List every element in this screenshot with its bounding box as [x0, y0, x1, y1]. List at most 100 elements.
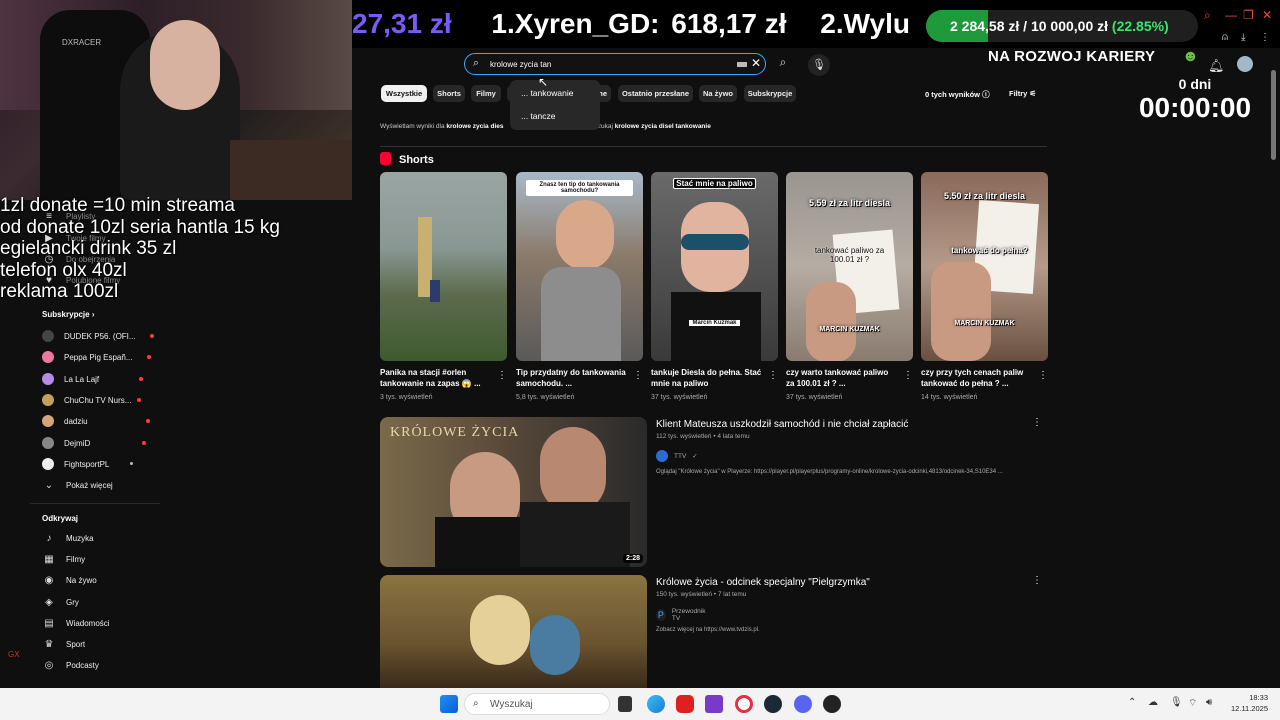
chip-live[interactable]: Na żywo — [699, 85, 737, 102]
task-view-icon[interactable] — [618, 696, 632, 712]
results-info-button[interactable]: 0 tych wyników ⓘ — [925, 89, 990, 100]
search-input[interactable] — [490, 57, 710, 72]
scrollbar-thumb[interactable] — [1271, 70, 1276, 160]
short-thumbnail[interactable]: Stać mnie na paliwo Marcin Kuźmak — [651, 172, 778, 361]
taskbar-search[interactable]: ⌕ Wyszukaj — [464, 693, 610, 715]
sidebar-sub[interactable]: ChuChu TV Nurs... — [42, 392, 142, 408]
short-title[interactable]: Panika na stacji #orlen tankowanie na za… — [380, 367, 492, 389]
chip-shorts[interactable]: Shorts — [433, 85, 465, 102]
search-bar[interactable]: ⌕ ✕ — [464, 53, 766, 75]
gamepad-icon: ◈ — [45, 596, 53, 608]
app-icon[interactable] — [705, 695, 723, 713]
youtube-app-icon[interactable] — [676, 695, 694, 713]
cloud-icon[interactable]: ☁ — [1148, 697, 1158, 708]
more-icon[interactable]: ⋮ — [497, 370, 507, 381]
short-card[interactable]: Stać mnie na paliwo Marcin Kuźmak tankuj… — [651, 172, 778, 401]
search-button[interactable]: ⌕ — [772, 55, 794, 75]
sidebar-item-movies[interactable]: ▦ Filmy — [42, 551, 85, 567]
short-thumbnail[interactable] — [380, 172, 507, 361]
sidebar-item-live[interactable]: ◉ Na żywo — [42, 572, 97, 588]
video-result[interactable]: KRÓLOWE ŻYCIA 2:28 Klient Mateusza uszko… — [380, 417, 1042, 567]
voice-search-button[interactable]: 🎙︎ — [808, 54, 830, 76]
suggestion-item[interactable]: ... tankowanie — [521, 88, 573, 98]
corrected-query-link[interactable]: krolowe zycia dies — [446, 123, 503, 130]
maximize-icon[interactable]: ❐ — [1243, 8, 1254, 22]
bell-icon[interactable]: 🔔︎ — [1208, 58, 1225, 74]
clear-icon[interactable]: ✕ — [751, 56, 761, 70]
more-icon[interactable]: ⋮ — [768, 370, 778, 381]
wifi-icon[interactable]: ⌔ — [1188, 697, 1197, 710]
opera-gx-icon[interactable] — [735, 695, 753, 713]
video-channel[interactable]: TTV ✓ — [656, 450, 698, 462]
edge-icon[interactable] — [647, 695, 665, 713]
more-icon[interactable]: ⋮ — [1038, 370, 1048, 381]
avatar[interactable] — [1237, 56, 1253, 72]
close-icon[interactable]: ✕ — [1262, 8, 1272, 22]
start-button-icon[interactable] — [440, 695, 458, 713]
download-icon[interactable]: ⤓ — [1241, 32, 1245, 43]
ticker-donor: 1.Xyren_GD: — [491, 8, 660, 39]
microphone-icon[interactable]: 🎙︎ — [1170, 697, 1183, 708]
menu-icon[interactable]: ⋮ — [1260, 32, 1270, 43]
sidebar-sub[interactable]: DejmiD — [42, 435, 147, 451]
more-icon[interactable]: ⋮ — [1032, 575, 1042, 586]
short-title[interactable]: czy warto tankować paliwo za 100.01 zł ?… — [786, 367, 898, 389]
video-thumbnail[interactable]: KRÓLOWE ŻYCIA 2:28 — [380, 417, 647, 567]
filters-button[interactable]: Filtry ⚟ — [1009, 89, 1036, 98]
short-title[interactable]: czy przy tych cenach paliw tankować do p… — [921, 367, 1033, 389]
short-thumbnail[interactable]: 5.59 zł za litr diesla tankować paliwo z… — [786, 172, 913, 361]
steam-icon[interactable] — [764, 695, 782, 713]
sidebar-sub[interactable]: dadziu — [42, 413, 150, 429]
sidebar-item-podcasts[interactable]: ◎ Podcasty — [42, 657, 99, 673]
video-description: Zobacz więcej na https://www.tvdzis.pl. — [656, 627, 760, 633]
channel-avatar — [42, 330, 54, 342]
goal-percent: (22.85%) — [1111, 18, 1169, 34]
suggestion-item[interactable]: ... tancze — [521, 111, 556, 121]
speaker-icon[interactable]: 🔊︎ — [1206, 697, 1212, 708]
chevron-up-icon[interactable]: ⌃ — [1128, 697, 1136, 708]
short-title[interactable]: Tip przydatny do tankowania samochodu. .… — [516, 367, 628, 389]
more-icon[interactable]: ⋮ — [1032, 417, 1042, 428]
short-card[interactable]: Znasz ten tip do tankowania samochodu? T… — [516, 172, 643, 401]
video-result[interactable]: Królowe życia - odcinek specjalny "Pielg… — [380, 575, 1042, 688]
video-title[interactable]: Królowe życia - odcinek specjalny "Pielg… — [656, 577, 870, 588]
keyboard-icon[interactable] — [737, 62, 747, 67]
short-card[interactable]: 5.50 zł za litr diesla tankować do pełna… — [921, 172, 1048, 401]
sidebar-item-music[interactable]: ♪ Muzyka — [42, 530, 94, 546]
sidebar-sub[interactable]: DUDEK P56. (OFI... — [42, 328, 154, 344]
sidebar-sub[interactable]: FightsportPL — [42, 456, 134, 472]
system-clock[interactable]: 18:33 12.11.2025 — [1224, 692, 1268, 714]
short-thumbnail[interactable]: 5.50 zł za litr diesla tankować do pełna… — [921, 172, 1048, 361]
short-card[interactable]: Panika na stacji #orlen tankowanie na za… — [380, 172, 507, 401]
sidebar-sub[interactable]: La La Lajf — [42, 371, 144, 387]
subscriptions-header[interactable]: Subskrypcje › — [42, 310, 94, 319]
short-thumbnail[interactable]: Znasz ten tip do tankowania samochodu? — [516, 172, 643, 361]
short-card[interactable]: 5.59 zł za litr diesla tankować paliwo z… — [786, 172, 913, 401]
more-icon[interactable]: ⋮ — [903, 370, 913, 381]
video-thumbnail[interactable] — [380, 575, 647, 688]
chip-recent[interactable]: Ostatnio przesłane — [618, 85, 693, 102]
sidebar-item-gaming[interactable]: ◈ Gry — [42, 594, 79, 610]
short-views: 37 tys. wyświetleń — [786, 394, 843, 401]
discord-icon[interactable] — [794, 695, 812, 713]
chip-all[interactable]: Wszystkie — [381, 85, 427, 102]
chip-videos[interactable]: Filmy — [471, 85, 501, 102]
show-more-button[interactable]: ⌄ Pokaż więcej — [42, 477, 113, 493]
obs-icon[interactable] — [823, 695, 841, 713]
short-title[interactable]: tankuje Diesla do pełna. Stać mnie na pa… — [651, 367, 763, 389]
search-icon[interactable]: ⌕ — [1204, 8, 1211, 23]
sidebar-item-sport[interactable]: ♛ Sport — [42, 636, 86, 652]
short-overlay-text: 5.50 zł za litr diesla — [943, 191, 1026, 201]
video-channel[interactable]: P Przewodnik TV — [656, 608, 708, 622]
minimize-icon[interactable]: — — [1225, 8, 1237, 22]
sidebar-sub[interactable]: Peppa Pig Españ... — [42, 349, 151, 365]
more-icon[interactable]: ⋮ — [633, 370, 643, 381]
film-icon: ▦ — [44, 553, 54, 565]
user-icon[interactable]: ⍝ — [1222, 32, 1228, 43]
sidebar-item-news[interactable]: ▤ Wiadomości — [42, 615, 109, 631]
video-title[interactable]: Klient Mateusza uszkodził samochód i nie… — [656, 419, 908, 430]
chip-subscriptions[interactable]: Subskrypcje — [744, 85, 796, 102]
trophy-icon: ♛ — [44, 638, 54, 650]
original-query-link[interactable]: krolowe zycia disel tankowanie — [615, 123, 711, 130]
info-icon: ⓘ — [982, 90, 990, 99]
